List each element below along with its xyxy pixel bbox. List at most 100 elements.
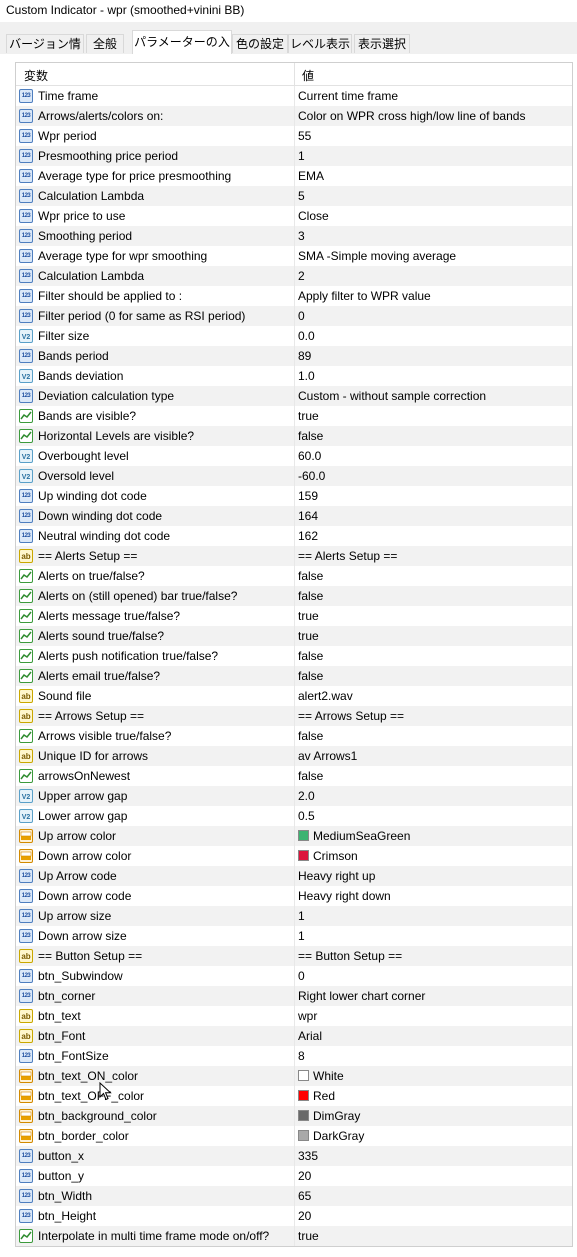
parameter-row[interactable]: ab == Arrows Setup == == Arrows Setup ==	[16, 706, 572, 726]
parameter-value[interactable]: 335	[298, 1149, 318, 1163]
parameter-row[interactable]: Arrows visible true/false? false	[16, 726, 572, 746]
color-swatch[interactable]	[298, 830, 309, 841]
parameter-value[interactable]: av Arrows1	[298, 749, 357, 763]
parameter-row[interactable]: 123 Time frame Current time frame	[16, 86, 572, 106]
parameter-row[interactable]: Up arrow color MediumSeaGreen	[16, 826, 572, 846]
parameter-value[interactable]: DimGray	[298, 1109, 360, 1123]
parameter-value[interactable]: Color on WPR cross high/low line of band…	[298, 109, 525, 123]
tab-version-info[interactable]: バージョン情報	[6, 34, 84, 69]
parameter-value[interactable]: 20	[298, 1209, 311, 1223]
parameter-value[interactable]: Crimson	[298, 849, 358, 863]
parameter-row[interactable]: 123 Down arrow code Heavy right down	[16, 886, 572, 906]
parameter-row[interactable]: 123 btn_Height 20	[16, 1206, 572, 1226]
parameter-row[interactable]: 123 Wpr period 55	[16, 126, 572, 146]
parameter-value[interactable]: 1	[298, 909, 305, 923]
parameter-row[interactable]: 123 Down winding dot code 164	[16, 506, 572, 526]
parameter-row[interactable]: Alerts message true/false? true	[16, 606, 572, 626]
parameter-row[interactable]: 123 btn_Width 65	[16, 1186, 572, 1206]
parameter-value[interactable]: wpr	[298, 1009, 317, 1023]
parameter-value[interactable]: Arial	[298, 1029, 322, 1043]
parameter-value[interactable]: Heavy right up	[298, 869, 375, 883]
parameter-value[interactable]: 55	[298, 129, 311, 143]
parameter-value[interactable]: false	[298, 569, 323, 583]
tab-input-parameters[interactable]: パラメーターの入力	[132, 30, 232, 71]
color-swatch[interactable]	[298, 1130, 309, 1141]
parameter-value[interactable]: false	[298, 649, 323, 663]
parameter-row[interactable]: 123 Filter period (0 for same as RSI peri…	[16, 306, 572, 326]
parameter-row[interactable]: 123 btn_FontSize 8	[16, 1046, 572, 1066]
parameter-row[interactable]: Bands are visible? true	[16, 406, 572, 426]
parameter-value[interactable]: alert2.wav	[298, 689, 353, 703]
parameter-value[interactable]: false	[298, 769, 323, 783]
parameter-value[interactable]: 0.0	[298, 329, 315, 343]
parameter-value[interactable]: Red	[298, 1089, 335, 1103]
parameter-value[interactable]: 0	[298, 309, 305, 323]
parameter-value[interactable]: White	[298, 1069, 344, 1083]
parameter-row[interactable]: 123 btn_Subwindow 0	[16, 966, 572, 986]
parameter-row[interactable]: ab Unique ID for arrows av Arrows1	[16, 746, 572, 766]
parameter-row[interactable]: Alerts push notification true/false? fals…	[16, 646, 572, 666]
tab-display-selection[interactable]: 表示選択	[354, 34, 410, 53]
parameter-row[interactable]: 123 Calculation Lambda 2	[16, 266, 572, 286]
parameter-value[interactable]: false	[298, 589, 323, 603]
parameter-value[interactable]: 5	[298, 189, 305, 203]
parameter-row[interactable]: 123 Wpr price to use Close	[16, 206, 572, 226]
parameter-row[interactable]: 123 Average type for price presmoothing EM…	[16, 166, 572, 186]
parameter-row[interactable]: 123 Calculation Lambda 5	[16, 186, 572, 206]
parameter-value[interactable]: 3	[298, 229, 305, 243]
parameter-row[interactable]: 123 Neutral winding dot code 162	[16, 526, 572, 546]
parameter-value[interactable]: false	[298, 429, 323, 443]
parameter-value[interactable]: SMA -Simple moving average	[298, 249, 456, 263]
parameter-row[interactable]: V2 Filter size 0.0	[16, 326, 572, 346]
parameter-row[interactable]: 123 Deviation calculation type Custom - wi…	[16, 386, 572, 406]
parameter-row[interactable]: V2 Oversold level -60.0	[16, 466, 572, 486]
parameter-row[interactable]: ab btn_text wpr	[16, 1006, 572, 1026]
parameter-value[interactable]: 2.0	[298, 789, 315, 803]
parameter-value[interactable]: DarkGray	[298, 1129, 364, 1143]
parameter-row[interactable]: V2 Bands deviation 1.0	[16, 366, 572, 386]
parameter-row[interactable]: Interpolate in multi time frame mode on/…	[16, 1226, 572, 1246]
parameter-value[interactable]: 65	[298, 1189, 311, 1203]
parameter-value[interactable]: 162	[298, 529, 318, 543]
parameter-row[interactable]: 123 Filter should be applied to : Apply fi…	[16, 286, 572, 306]
parameter-row[interactable]: 123 Up winding dot code 159	[16, 486, 572, 506]
parameter-row[interactable]: 123 Average type for wpr smoothing SMA -Si…	[16, 246, 572, 266]
parameter-value[interactable]: true	[298, 1229, 319, 1243]
parameter-row[interactable]: arrowsOnNewest false	[16, 766, 572, 786]
parameter-row[interactable]: Down arrow color Crimson	[16, 846, 572, 866]
color-swatch[interactable]	[298, 1090, 309, 1101]
parameter-row[interactable]: 123 btn_corner Right lower chart corner	[16, 986, 572, 1006]
parameter-value[interactable]: false	[298, 729, 323, 743]
parameter-row[interactable]: ab btn_Font Arial	[16, 1026, 572, 1046]
parameter-value[interactable]: EMA	[298, 169, 324, 183]
parameter-value[interactable]: == Alerts Setup ==	[298, 549, 397, 563]
parameter-row[interactable]: 123 Bands period 89	[16, 346, 572, 366]
parameter-value[interactable]: 1.0	[298, 369, 315, 383]
parameter-row[interactable]: Alerts on true/false? false	[16, 566, 572, 586]
parameter-row[interactable]: btn_background_color DimGray	[16, 1106, 572, 1126]
parameter-row[interactable]: ab == Button Setup == == Button Setup ==	[16, 946, 572, 966]
parameter-row[interactable]: 123 Up arrow size 1	[16, 906, 572, 926]
parameter-value[interactable]: 2	[298, 269, 305, 283]
parameter-row[interactable]: 123 button_y 20	[16, 1166, 572, 1186]
parameter-value[interactable]: Right lower chart corner	[298, 989, 425, 1003]
parameter-value[interactable]: == Arrows Setup ==	[298, 709, 404, 723]
parameter-value[interactable]: 1	[298, 149, 305, 163]
parameter-row[interactable]: 123 Down arrow size 1	[16, 926, 572, 946]
parameter-value[interactable]: false	[298, 669, 323, 683]
parameter-value[interactable]: Close	[298, 209, 329, 223]
parameter-row[interactable]: btn_border_color DarkGray	[16, 1126, 572, 1146]
parameter-row[interactable]: Alerts email true/false? false	[16, 666, 572, 686]
parameter-value[interactable]: true	[298, 629, 319, 643]
parameter-value[interactable]: == Button Setup ==	[298, 949, 402, 963]
parameter-value[interactable]: true	[298, 609, 319, 623]
color-swatch[interactable]	[298, 1070, 309, 1081]
color-swatch[interactable]	[298, 850, 309, 861]
parameter-value[interactable]: true	[298, 409, 319, 423]
parameter-value[interactable]: 89	[298, 349, 311, 363]
parameter-row[interactable]: V2 Lower arrow gap 0.5	[16, 806, 572, 826]
parameter-row[interactable]: Alerts sound true/false? true	[16, 626, 572, 646]
parameter-value[interactable]: Current time frame	[298, 89, 398, 103]
parameter-row[interactable]: V2 Upper arrow gap 2.0	[16, 786, 572, 806]
parameter-value[interactable]: Custom - without sample correction	[298, 389, 486, 403]
